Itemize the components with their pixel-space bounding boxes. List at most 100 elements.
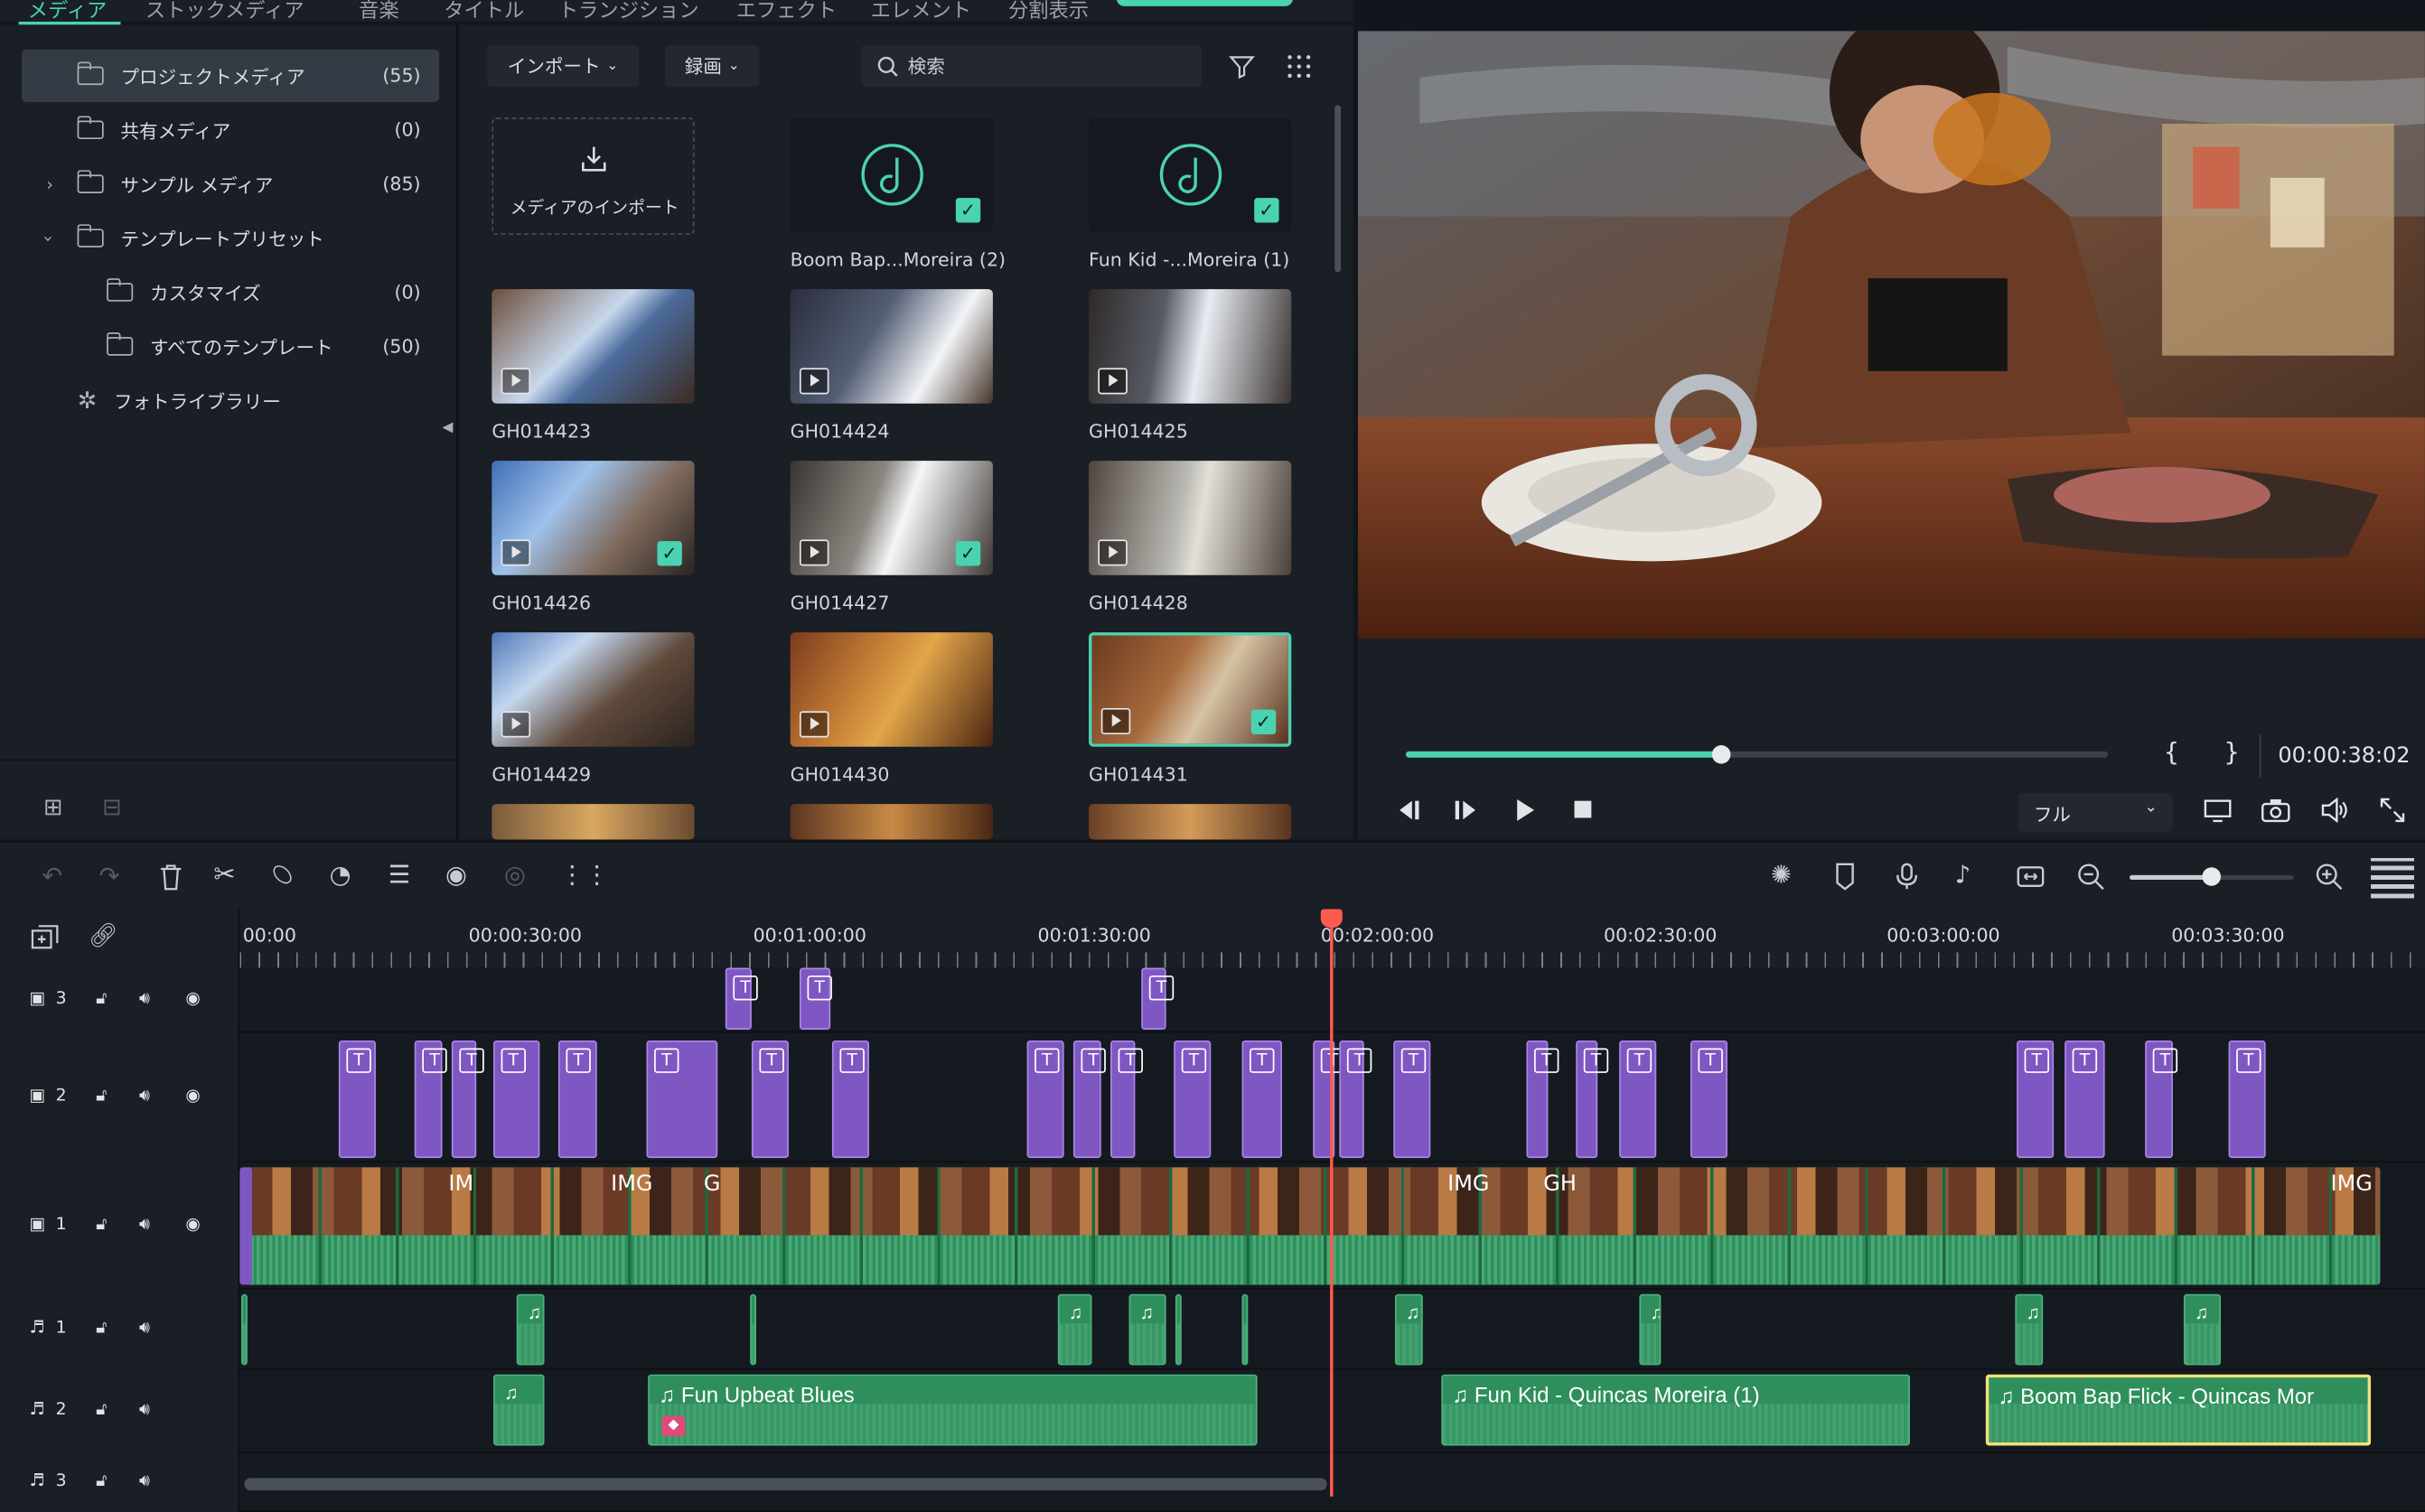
playhead-handle[interactable] bbox=[1320, 909, 1343, 929]
media-thumb-video[interactable] bbox=[1089, 804, 1292, 840]
step-back-icon[interactable] bbox=[1395, 799, 1423, 821]
audio-clip[interactable] bbox=[1241, 1293, 1249, 1366]
track-type-icon[interactable]: ♬ bbox=[30, 1470, 45, 1490]
adjust-sliders-icon[interactable]: ☰ bbox=[389, 860, 411, 890]
media-thumb-video[interactable] bbox=[492, 804, 695, 840]
lock-icon[interactable]: 🔓︎ bbox=[96, 1214, 107, 1236]
audio-clip[interactable]: ♫ bbox=[2183, 1293, 2222, 1366]
stop-icon[interactable] bbox=[1573, 799, 1593, 819]
title-clip[interactable]: T bbox=[1241, 1040, 1282, 1159]
grid-view-icon[interactable] bbox=[1287, 54, 1311, 79]
playhead-knob[interactable] bbox=[1712, 745, 1731, 764]
display-icon[interactable] bbox=[2204, 799, 2232, 824]
title-clip[interactable]: T bbox=[1576, 1040, 1609, 1159]
zoom-out-icon[interactable] bbox=[2077, 863, 2105, 891]
marker-icon[interactable] bbox=[1834, 863, 1856, 891]
scissors-icon[interactable]: ✂ bbox=[213, 860, 235, 891]
title-clip[interactable]: T bbox=[1026, 1040, 1064, 1159]
mute-icon[interactable]: 🔊︎ bbox=[139, 1317, 150, 1339]
title-clip[interactable]: T bbox=[1174, 1040, 1212, 1159]
title-clip[interactable]: T bbox=[725, 967, 758, 1030]
timeline-scrollbar[interactable] bbox=[244, 1478, 1327, 1491]
title-clip[interactable]: T bbox=[1141, 967, 1175, 1030]
title-clip[interactable]: T bbox=[799, 967, 832, 1030]
audio-clip[interactable]: ♫ bbox=[2015, 1293, 2044, 1366]
export-button[interactable] bbox=[1116, 0, 1293, 6]
title-clip[interactable]: T bbox=[414, 1040, 447, 1159]
sidebar-item-all-templates[interactable]: すべてのテンプレート (50) bbox=[22, 320, 439, 372]
zoom-in-icon[interactable] bbox=[2315, 863, 2343, 891]
lock-icon[interactable]: 🔓︎ bbox=[96, 988, 107, 1010]
audio-clip[interactable]: ♫ bbox=[1128, 1293, 1166, 1366]
media-thumb-video[interactable] bbox=[1089, 289, 1292, 404]
filter-icon[interactable] bbox=[1228, 52, 1256, 80]
text-to-speech-icon[interactable]: ◎ bbox=[504, 860, 526, 890]
track-type-icon[interactable]: ▣ bbox=[30, 1214, 46, 1234]
title-clip[interactable]: T bbox=[2228, 1040, 2266, 1159]
chevron-right-icon[interactable]: › bbox=[46, 174, 53, 194]
tab-stock-media[interactable]: ストックメディア bbox=[145, 0, 304, 23]
media-thumb-video[interactable] bbox=[492, 289, 695, 404]
title-clip[interactable]: T bbox=[451, 1040, 484, 1159]
media-thumb-audio[interactable]: ✓ bbox=[1089, 117, 1292, 232]
title-clip[interactable]: T bbox=[2017, 1040, 2055, 1159]
title-clip[interactable]: T bbox=[1619, 1040, 1657, 1159]
audio-effects-icon[interactable]: ◉ bbox=[445, 860, 467, 890]
zoom-slider-track[interactable] bbox=[2130, 867, 2294, 886]
import-media-tile[interactable]: メディアのインポート bbox=[492, 117, 695, 236]
mute-icon[interactable]: 🔊︎ bbox=[139, 1399, 150, 1421]
render-icon[interactable]: ✺ bbox=[1771, 860, 1792, 890]
title-clip[interactable]: T bbox=[1393, 1040, 1431, 1159]
title-clip[interactable]: T bbox=[1110, 1040, 1143, 1159]
scrollbar[interactable] bbox=[1334, 105, 1342, 273]
mute-icon[interactable]: 🔊︎ bbox=[139, 1086, 150, 1107]
title-clip[interactable]: T bbox=[1339, 1040, 1372, 1159]
tab-titles[interactable]: タイトル bbox=[444, 0, 524, 23]
audio-mix-icon[interactable]: ♪ bbox=[1955, 860, 1971, 890]
media-thumb-audio[interactable]: ✓ bbox=[790, 117, 993, 232]
title-clip[interactable]: T bbox=[2145, 1040, 2178, 1159]
tab-split-screen[interactable]: 分割表示 bbox=[1008, 0, 1089, 23]
audio-clip[interactable] bbox=[1175, 1293, 1182, 1366]
tab-effects[interactable]: エフェクト bbox=[736, 0, 837, 23]
add-track-icon[interactable] bbox=[31, 925, 59, 949]
tab-transitions[interactable]: トランジション bbox=[558, 0, 699, 23]
fullscreen-icon[interactable] bbox=[2380, 798, 2405, 823]
tab-elements[interactable]: エレメント bbox=[871, 0, 971, 23]
lock-icon[interactable]: 🔓︎ bbox=[96, 1086, 107, 1107]
tab-media[interactable]: メディア bbox=[28, 0, 107, 23]
lock-icon[interactable]: 🔓︎ bbox=[96, 1470, 107, 1492]
track-type-icon[interactable]: ▣ bbox=[30, 1086, 46, 1106]
sidebar-item-photo-library[interactable]: ✲ フォトライブラリー bbox=[22, 374, 439, 426]
search-input[interactable]: 検索 bbox=[861, 44, 1202, 87]
title-clip[interactable]: T bbox=[646, 1040, 718, 1159]
chevron-down-icon[interactable]: › bbox=[38, 235, 58, 242]
sidebar-item-template-presets[interactable]: › テンプレートプリセット bbox=[22, 212, 439, 265]
track-type-icon[interactable]: ▣ bbox=[30, 988, 46, 1008]
mute-icon[interactable]: 🔊︎ bbox=[139, 1214, 150, 1236]
audio-clip[interactable]: ♫ bbox=[1394, 1293, 1423, 1366]
playback-progress-track[interactable] bbox=[1405, 745, 2109, 764]
collapse-sidebar-icon[interactable]: ◀ bbox=[443, 421, 454, 436]
sidebar-item-customize[interactable]: カスタマイズ (0) bbox=[22, 266, 439, 318]
play-icon[interactable] bbox=[1514, 798, 1536, 822]
media-thumb-video-selected[interactable]: ✓ bbox=[1089, 632, 1292, 747]
tag-icon[interactable]: ⬭ bbox=[263, 856, 301, 894]
zoom-slider-knob[interactable] bbox=[2202, 867, 2222, 886]
audio-clip-fun-kid[interactable]: ♫ Fun Kid - Quincas Moreira (1) bbox=[1441, 1374, 1910, 1446]
eye-icon[interactable]: ◉ bbox=[185, 988, 200, 1008]
track-type-icon[interactable]: ♬ bbox=[30, 1317, 45, 1337]
waveform-icon[interactable]: ⋮⋮ bbox=[560, 860, 610, 890]
media-thumb-video[interactable]: ✓ bbox=[790, 461, 993, 575]
lock-icon[interactable]: 🔓︎ bbox=[96, 1399, 107, 1421]
fit-timeline-icon[interactable] bbox=[2017, 864, 2045, 889]
title-clip[interactable]: T bbox=[493, 1040, 540, 1159]
delete-trash-icon[interactable] bbox=[159, 864, 183, 891]
microphone-icon[interactable] bbox=[1896, 863, 1918, 891]
redo-icon[interactable]: ↷ bbox=[99, 861, 120, 891]
title-clip[interactable]: T bbox=[1072, 1040, 1106, 1159]
media-thumb-video[interactable]: ✓ bbox=[492, 461, 695, 575]
media-thumb-video[interactable] bbox=[1089, 461, 1292, 575]
new-folder-icon[interactable]: ⊞ bbox=[43, 793, 63, 821]
record-dropdown[interactable]: 録画 ⌄ bbox=[665, 44, 760, 87]
